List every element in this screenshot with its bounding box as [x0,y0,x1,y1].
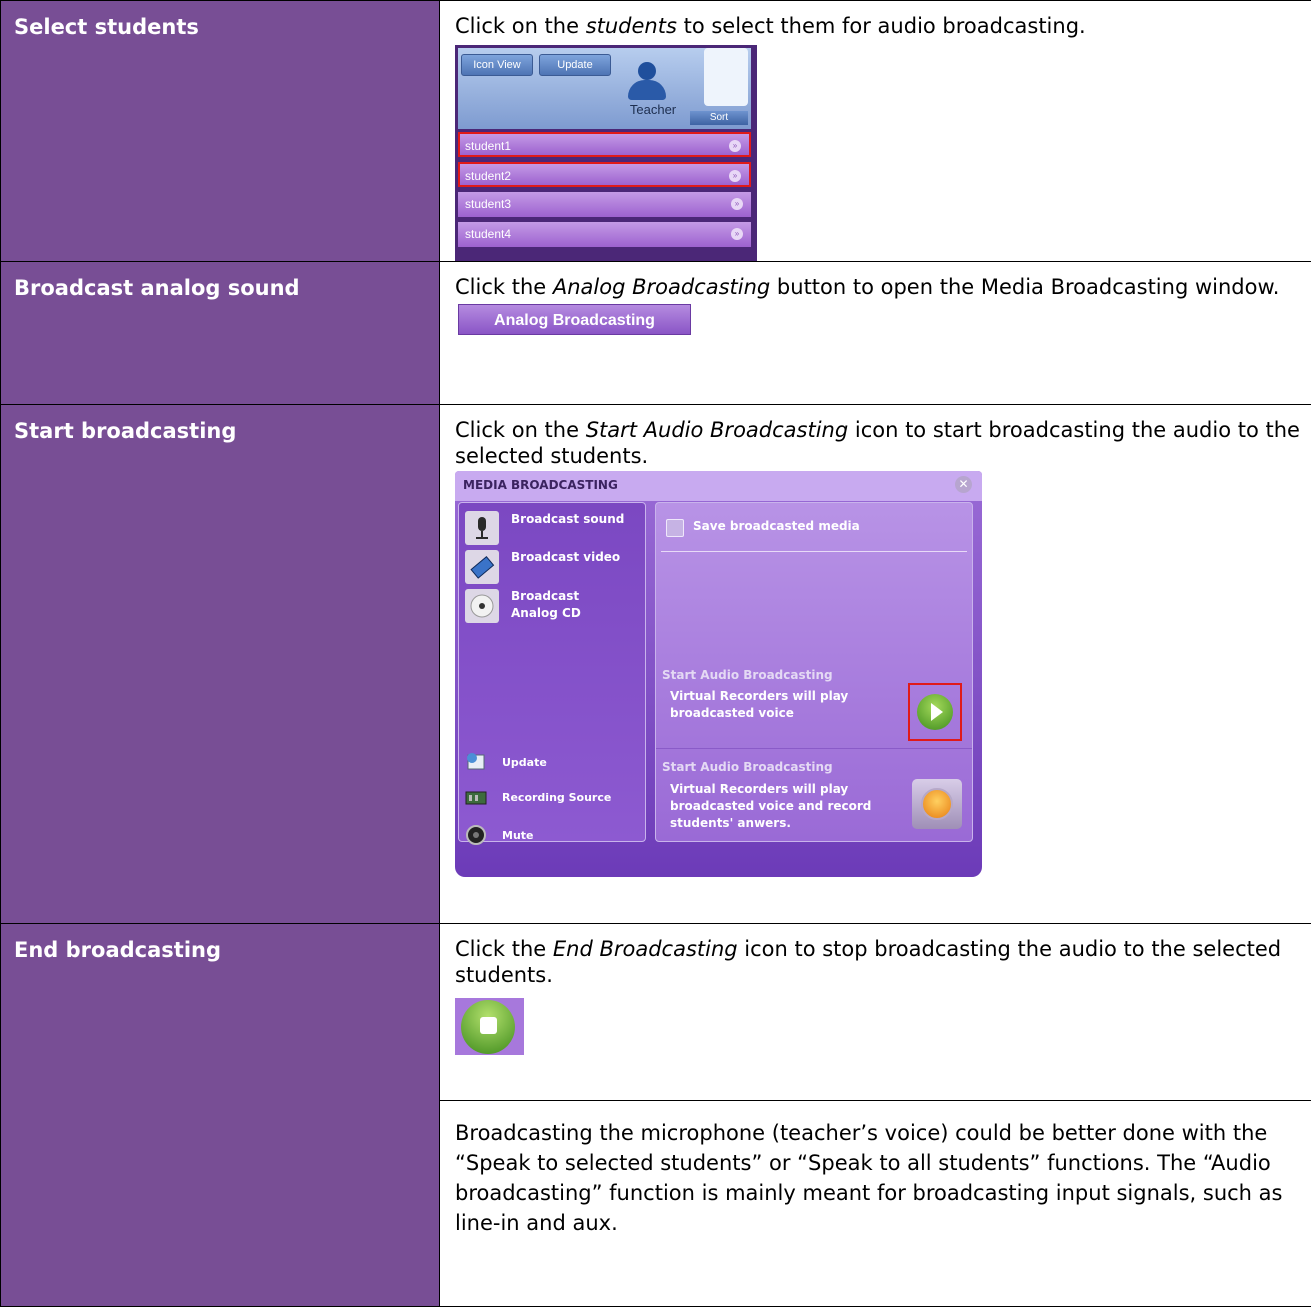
student-item[interactable]: student3» [458,192,751,217]
broadcast-sound-label[interactable]: Broadcast sound [511,511,624,528]
start-broadcast-desc-1: Virtual Recorders will play [670,688,848,705]
note-text: Broadcasting the microphone (teacher’s v… [440,1101,1311,1238]
stop-icon [461,1000,515,1054]
recording-source-icon[interactable] [464,787,488,809]
content-cell: Click the Analog Broadcasting button to … [440,262,1311,405]
update-button[interactable]: Update [539,54,611,76]
start-broadcast-record-button[interactable] [912,779,962,829]
step-description: Click the End Broadcasting icon to stop … [440,924,1311,988]
label-cell: Broadcast analog sound [1,262,440,405]
divider [656,748,972,749]
close-icon[interactable]: ✕ [955,476,972,493]
arrow-icon: » [731,198,743,210]
save-media-checkbox[interactable] [666,519,684,537]
label-cell: End broadcasting [1,924,440,1307]
sort-button[interactable]: Sort [690,111,748,125]
arrow-icon: » [729,170,741,182]
row-end-broadcasting: End broadcasting Click the End Broadcast… [1,924,1311,1101]
window-titlebar: MEDIA BROADCASTING ✕ [455,471,982,501]
note-cell: Broadcasting the microphone (teacher’s v… [440,1101,1311,1307]
divider [661,551,967,552]
student-item[interactable]: student2» [458,162,751,187]
broadcast-video-label[interactable]: Broadcast video [511,549,620,566]
broadcast-options-panel: Save broadcasted media Start Audio Broad… [655,502,973,842]
record-icon [921,788,953,820]
teacher-avatar-icon [638,62,656,80]
step-label: Start broadcasting [1,405,439,445]
end-broadcasting-button[interactable] [455,998,524,1055]
content-cell: Click the End Broadcasting icon to stop … [440,924,1311,1101]
start-audio-broadcasting-button[interactable] [908,683,962,741]
broadcast-cd-label-1[interactable]: Broadcast [511,588,579,605]
media-broadcasting-window: MEDIA BROADCASTING ✕ Broadcast sound Bro… [455,471,982,877]
mute-label[interactable]: Mute [502,829,534,842]
play-icon [917,694,953,730]
start-broadcast-record-desc-2: broadcasted voice and record [670,798,871,815]
window-title: MEDIA BROADCASTING [463,478,618,492]
teacher-avatar-body [628,80,666,100]
start-broadcast-record-title: Start Audio Broadcasting [662,760,833,774]
row-broadcast-analog: Broadcast analog sound Click the Analog … [1,262,1311,405]
preview-box [704,48,748,106]
arrow-icon: » [731,228,743,240]
instruction-table: Select students Click on the students to… [0,0,1311,1307]
step-description: Click on the students to select them for… [440,1,1311,39]
step-description: Click on the Start Audio Broadcasting ic… [440,405,1311,469]
label-cell: Start broadcasting [1,405,440,924]
step-label: Select students [1,1,439,41]
label-cell: Select students [1,1,440,262]
film-icon[interactable] [465,550,499,584]
cd-icon[interactable] [465,589,499,623]
start-broadcast-record-desc-3: students' anwers. [670,815,791,832]
start-broadcast-desc-2: broadcasted voice [670,705,794,722]
icon-view-button[interactable]: Icon View [461,54,533,76]
student-item[interactable]: student4» [458,222,751,247]
teacher-panel: Icon View Update Teacher Sort [458,48,751,129]
row-select-students: Select students Click on the students to… [1,1,1311,262]
step-description: Click the Analog Broadcasting button to … [440,262,1311,300]
source-panel: Broadcast sound Broadcast video Broadcas… [458,502,646,842]
content-cell: Click on the Start Audio Broadcasting ic… [440,405,1311,924]
step-label: Broadcast analog sound [1,262,439,302]
arrow-icon: » [729,140,741,152]
recording-source-label[interactable]: Recording Source [502,791,611,804]
update-label[interactable]: Update [502,756,547,769]
student-item[interactable]: student1» [458,132,751,157]
update-icon[interactable] [464,751,488,773]
speaker-icon[interactable] [464,824,488,846]
content-cell: Click on the students to select them for… [440,1,1311,262]
start-broadcast-record-desc-1: Virtual Recorders will play [670,781,848,798]
row-start-broadcasting: Start broadcasting Click on the Start Au… [1,405,1311,924]
teacher-label: Teacher [618,102,688,117]
analog-broadcasting-button[interactable]: Analog Broadcasting [458,304,691,335]
broadcast-cd-label-2[interactable]: Analog CD [511,605,581,622]
save-media-label[interactable]: Save broadcasted media [693,519,860,533]
student-list-screenshot: Icon View Update Teacher Sort student1» … [455,45,757,261]
step-label: End broadcasting [1,924,439,964]
microphone-icon[interactable] [465,511,499,545]
start-broadcast-title: Start Audio Broadcasting [662,668,833,682]
